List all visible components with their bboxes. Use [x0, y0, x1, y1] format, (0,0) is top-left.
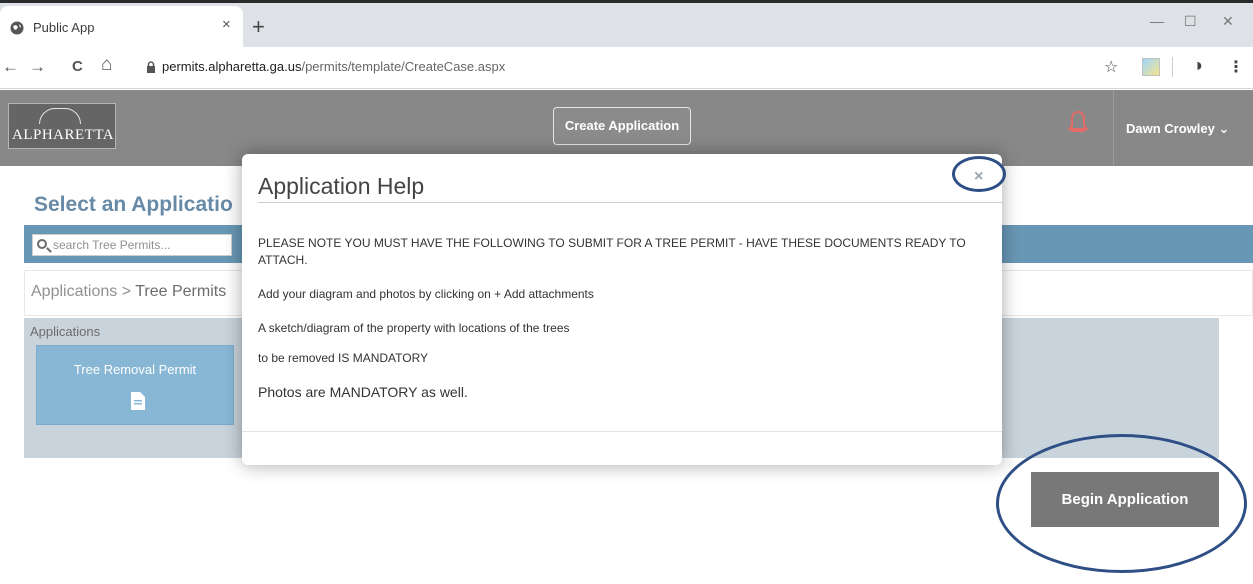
help-text-photos: Photos are MANDATORY as well. [258, 384, 468, 400]
home-button[interactable]: ⌂ [101, 54, 112, 76]
extension-icon[interactable] [1142, 58, 1160, 76]
globe-icon [10, 21, 24, 35]
url-path: /permits/template/CreateCase.aspx [301, 59, 506, 74]
close-annotation-circle [952, 156, 1006, 192]
browser-tabstrip: Public App × + — ☐ ✕ [0, 0, 1253, 50]
maximize-button[interactable]: ☐ [1184, 13, 1197, 30]
account-icon[interactable]: ◑ [1192, 55, 1203, 76]
back-button[interactable]: ← [2, 57, 19, 77]
window-close-button[interactable]: ✕ [1222, 13, 1234, 30]
tab-close-button[interactable]: × [222, 16, 231, 33]
help-text-sketch: A sketch/diagram of the property with lo… [258, 321, 570, 335]
bookmark-star-icon[interactable]: ☆ [1104, 57, 1118, 77]
help-text-attachments: Add your diagram and photos by clicking … [258, 287, 594, 301]
lock-icon [147, 61, 155, 73]
toolbar-divider [1172, 57, 1173, 77]
modal-header-divider [258, 202, 1002, 203]
tab-title: Public App [33, 20, 95, 35]
help-text-requirements: PLEASE NOTE YOU MUST HAVE THE FOLLOWING … [258, 236, 966, 267]
forward-button[interactable]: → [29, 57, 46, 77]
modal-title: Application Help [258, 173, 425, 199]
begin-annotation-circle [996, 434, 1247, 573]
browser-toolbar: ← → C ⌂ permits.alpharetta.ga.us/permits… [0, 47, 1253, 89]
modal-footer-divider [242, 431, 1002, 432]
url-field[interactable]: permits.alpharetta.ga.us/permits/templat… [162, 59, 505, 74]
url-host: permits.alpharetta.ga.us [162, 59, 302, 74]
application-help-modal: Application Help × PLEASE NOTE YOU MUST … [242, 154, 1002, 465]
browser-tab[interactable]: Public App × [0, 6, 243, 50]
reload-button[interactable]: C [72, 58, 83, 75]
new-tab-button[interactable]: + [252, 14, 265, 40]
help-text-mandatory: to be removed IS MANDATORY [258, 351, 429, 365]
minimize-button[interactable]: — [1150, 13, 1164, 29]
browser-menu-icon[interactable]: ⋮ [1228, 57, 1244, 77]
